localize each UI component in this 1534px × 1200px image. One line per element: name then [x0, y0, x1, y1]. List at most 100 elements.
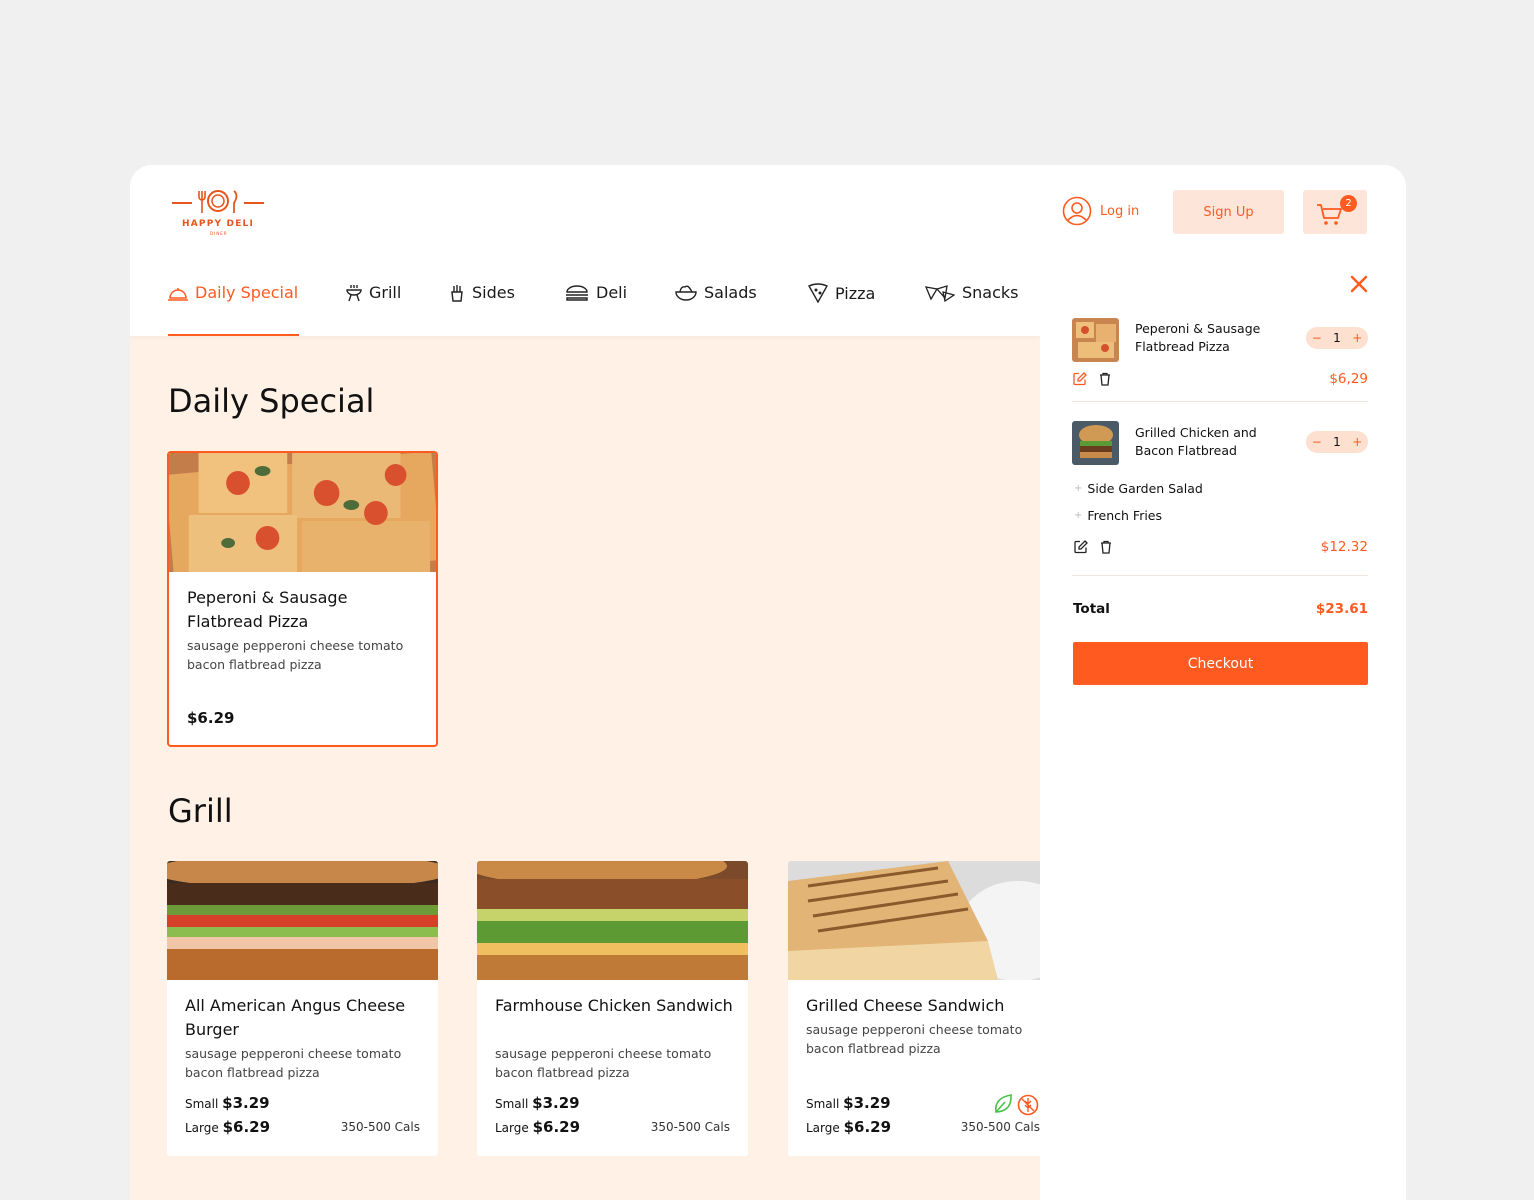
pizza-photo: [169, 453, 436, 572]
checkout-button[interactable]: Checkout: [1073, 642, 1368, 685]
menu-card[interactable]: All American Angus Cheese Burger sausage…: [167, 861, 438, 1156]
trash-icon[interactable]: [1098, 372, 1112, 386]
pizza-slice-icon: [808, 283, 828, 303]
edit-icon[interactable]: [1073, 372, 1087, 386]
tab-label: Sides: [472, 283, 515, 302]
size-label: Small: [185, 1097, 219, 1111]
logo[interactable]: HAPPY DELI DINER: [170, 187, 266, 237]
chicken-sandwich-photo: [477, 861, 748, 980]
cart-item-name: Peperoni & Sausage Flatbread Pizza: [1135, 321, 1261, 354]
cart-panel: Peperoni & Sausage Flatbread Pizza − 1 +…: [1040, 255, 1406, 1200]
tab-label: Grill: [369, 283, 402, 302]
menu-card[interactable]: Farmhouse Chicken Sandwich sausage peppe…: [477, 861, 748, 1156]
item-name: All American Angus Cheese Burger: [185, 996, 406, 1039]
tab-snacks[interactable]: Snacks: [925, 283, 1019, 302]
section-title-daily-special: Daily Special: [168, 382, 375, 420]
grilled-cheese-photo: [788, 861, 1040, 980]
logo-subtext: DINER: [210, 231, 228, 236]
divider: [1072, 401, 1368, 402]
cart-item-price: $12.32: [1320, 539, 1368, 555]
size-price: $6.29: [532, 1118, 581, 1136]
item-description: sausage pepperoni cheese tomato bacon fl…: [495, 1046, 712, 1080]
close-icon[interactable]: [1350, 275, 1368, 293]
cart-item-price: $6,29: [1329, 371, 1368, 387]
addon-label: French Fries: [1087, 508, 1163, 523]
quantity-value: 1: [1333, 331, 1341, 345]
tab-pizza[interactable]: Pizza: [808, 283, 875, 303]
cart-item-name: Grilled Chicken and Bacon Flatbread: [1135, 425, 1257, 458]
cart-count-badge: 2: [1340, 195, 1357, 212]
tab-label: Pizza: [835, 283, 876, 303]
cart-item-thumbnail: [1072, 318, 1119, 362]
calories-label: 350-500 Cals: [340, 1120, 420, 1134]
increase-button[interactable]: +: [1352, 331, 1362, 345]
item-price: $6.29: [187, 709, 235, 727]
tab-deli[interactable]: Deli: [565, 283, 627, 302]
decrease-button[interactable]: −: [1312, 435, 1322, 449]
item-description: sausage pepperoni cheese tomato bacon fl…: [187, 638, 404, 672]
size-label: Large: [185, 1121, 219, 1135]
tab-daily-special[interactable]: Daily Special: [168, 283, 298, 302]
category-tabs: Daily Special Grill Sides Deli Salads Pi…: [130, 255, 1040, 336]
large-size-price: Large $6.29: [495, 1118, 580, 1136]
login-label: Log in: [1100, 203, 1140, 219]
calories-label: 350-500 Cals: [960, 1120, 1040, 1134]
cart-addon: + French Fries: [1074, 508, 1162, 523]
divider: [1072, 575, 1368, 576]
calories-label: 350-500 Cals: [650, 1120, 730, 1134]
signup-button[interactable]: Sign Up: [1173, 190, 1284, 234]
logo-text: HAPPY DELI: [182, 219, 255, 229]
app-window: HAPPY DELI DINER Log in Sign Up 2 Daily …: [130, 165, 1406, 1200]
total-value: $23.61: [1315, 601, 1368, 617]
addon-label: Side Garden Salad: [1087, 481, 1203, 496]
plate-cutlery-logo-icon: [172, 190, 264, 213]
large-size-price: Large $6.29: [806, 1118, 891, 1136]
cloche-icon: [168, 287, 188, 301]
menu-card[interactable]: Grilled Cheese Sandwich sausage pepperon…: [788, 861, 1040, 1156]
cart-addon: + Side Garden Salad: [1074, 481, 1203, 496]
tab-sides[interactable]: Sides: [449, 283, 515, 302]
increase-button[interactable]: +: [1352, 435, 1362, 449]
cart-button[interactable]: 2: [1303, 190, 1367, 234]
sandwich-icon: [566, 284, 588, 301]
tab-label: Snacks: [962, 283, 1019, 302]
item-name: Peperoni & Sausage Flatbread Pizza: [187, 588, 348, 631]
item-name: Grilled Cheese Sandwich: [806, 996, 1005, 1015]
item-description: sausage pepperoni cheese tomato bacon fl…: [185, 1046, 402, 1080]
decrease-button[interactable]: −: [1312, 331, 1322, 345]
item-description: sausage pepperoni cheese tomato bacon fl…: [806, 1022, 1023, 1056]
small-size-price: Small $3.29: [185, 1094, 270, 1112]
login-link[interactable]: Log in: [1062, 196, 1139, 226]
size-label: Large: [495, 1121, 529, 1135]
small-size-price: Small $3.29: [806, 1094, 891, 1112]
grill-icon: [346, 284, 362, 301]
header: HAPPY DELI DINER Log in Sign Up 2: [130, 165, 1406, 255]
edit-icon[interactable]: [1074, 540, 1088, 554]
size-price: $3.29: [843, 1094, 891, 1112]
menu-card[interactable]: Peperoni & Sausage Flatbread Pizza sausa…: [167, 451, 438, 747]
size-price: $6.29: [843, 1118, 892, 1136]
tab-grill[interactable]: Grill: [346, 283, 401, 302]
burger-photo: [167, 861, 438, 980]
item-name: Farmhouse Chicken Sandwich: [495, 996, 733, 1015]
size-price: $3.29: [532, 1094, 580, 1112]
user-circle-icon: [1062, 196, 1092, 226]
cart-item-thumbnail: [1072, 421, 1119, 465]
tab-label: Daily Special: [195, 283, 299, 302]
size-label: Small: [806, 1097, 840, 1111]
addon-plus-icon: +: [1074, 510, 1083, 521]
small-size-price: Small $3.29: [495, 1094, 580, 1112]
large-size-price: Large $6.29: [185, 1118, 270, 1136]
tab-label: Salads: [704, 283, 757, 302]
tab-salads[interactable]: Salads: [675, 283, 757, 302]
tab-label: Deli: [596, 283, 628, 302]
addon-plus-icon: +: [1074, 483, 1083, 494]
quantity-stepper[interactable]: − 1 +: [1306, 327, 1368, 349]
quantity-stepper[interactable]: − 1 +: [1306, 431, 1368, 453]
menu-area: Daily Special Grill Sides Deli Salads Pi…: [130, 255, 1040, 1200]
size-price: $3.29: [222, 1094, 270, 1112]
no-gluten-icon: [1017, 1094, 1039, 1116]
salad-bowl-icon: [675, 284, 697, 301]
trash-icon[interactable]: [1099, 540, 1113, 554]
quantity-value: 1: [1333, 435, 1341, 449]
